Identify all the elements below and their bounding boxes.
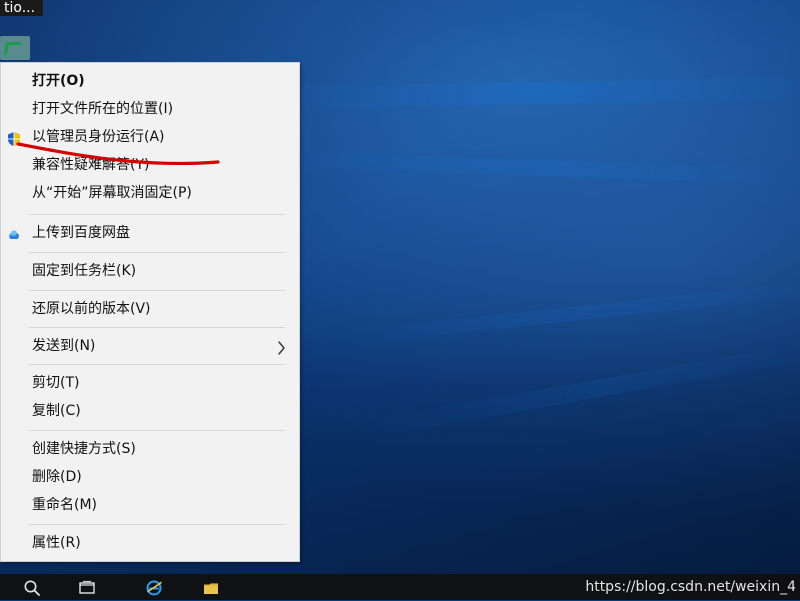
menu-separator: [29, 364, 285, 365]
menu-item-unpin-from-start[interactable]: 从“开始”屏幕取消固定(P): [1, 179, 299, 207]
internet-explorer-icon[interactable]: [145, 579, 163, 597]
start-tile[interactable]: [0, 36, 30, 60]
window-title-fragment: tio...: [0, 0, 44, 16]
menu-item-send-to[interactable]: 发送到(N): [1, 332, 299, 360]
menu-item-open[interactable]: 打开(O): [1, 67, 299, 95]
menu-item-upload-baidu[interactable]: 上传到百度网盘: [1, 219, 299, 247]
menu-item-label: 发送到(N): [32, 338, 96, 354]
menu-item-label: 从“开始”屏幕取消固定(P): [32, 185, 192, 201]
uac-shield-icon: [6, 129, 22, 146]
menu-item-cut[interactable]: 剪切(T): [1, 369, 299, 397]
menu-item-label: 上传到百度网盘: [32, 225, 130, 241]
menu-item-rename[interactable]: 重命名(M): [1, 491, 299, 519]
menu-item-label: 打开(O): [32, 73, 85, 89]
chevron-right-icon: [276, 338, 286, 355]
menu-separator: [29, 252, 285, 253]
menu-item-copy[interactable]: 复制(C): [1, 397, 299, 425]
context-menu: 打开(O) 打开文件所在的位置(I) 以管理员身份运行(A) 兼容性疑难解答(Y…: [0, 62, 300, 562]
menu-item-label: 剪切(T): [32, 375, 80, 391]
menu-separator: [29, 214, 285, 215]
menu-item-open-file-location[interactable]: 打开文件所在的位置(I): [1, 95, 299, 123]
menu-separator: [29, 430, 285, 431]
menu-item-create-shortcut[interactable]: 创建快捷方式(S): [1, 435, 299, 463]
file-explorer-icon[interactable]: [202, 579, 220, 597]
baidu-netdisk-icon: [6, 225, 22, 241]
menu-item-label: 创建快捷方式(S): [32, 441, 136, 457]
menu-item-label: 固定到任务栏(K): [32, 263, 137, 279]
menu-item-label: 还原以前的版本(V): [32, 301, 151, 317]
task-view-icon[interactable]: [78, 579, 96, 597]
menu-item-pin-to-taskbar[interactable]: 固定到任务栏(K): [1, 257, 299, 285]
menu-separator: [29, 327, 285, 328]
menu-item-label: 打开文件所在的位置(I): [32, 101, 174, 117]
menu-item-label: 复制(C): [32, 403, 81, 419]
menu-item-compatibility-troubleshoot[interactable]: 兼容性疑难解答(Y): [1, 151, 299, 179]
search-icon[interactable]: [23, 579, 41, 597]
menu-item-label: 重命名(M): [32, 497, 98, 513]
menu-item-run-as-admin[interactable]: 以管理员身份运行(A): [1, 123, 299, 151]
menu-item-label: 兼容性疑难解答(Y): [32, 157, 150, 173]
menu-separator: [29, 524, 285, 525]
menu-item-label: 以管理员身份运行(A): [32, 129, 165, 145]
menu-item-restore-previous-versions[interactable]: 还原以前的版本(V): [1, 295, 299, 323]
menu-item-delete[interactable]: 删除(D): [1, 463, 299, 491]
menu-item-label: 属性(R): [32, 535, 81, 551]
menu-separator: [29, 290, 285, 291]
menu-item-label: 删除(D): [32, 469, 82, 485]
menu-item-properties[interactable]: 属性(R): [1, 529, 299, 557]
watermark-text: https://blog.csdn.net/weixin_4: [585, 579, 796, 595]
